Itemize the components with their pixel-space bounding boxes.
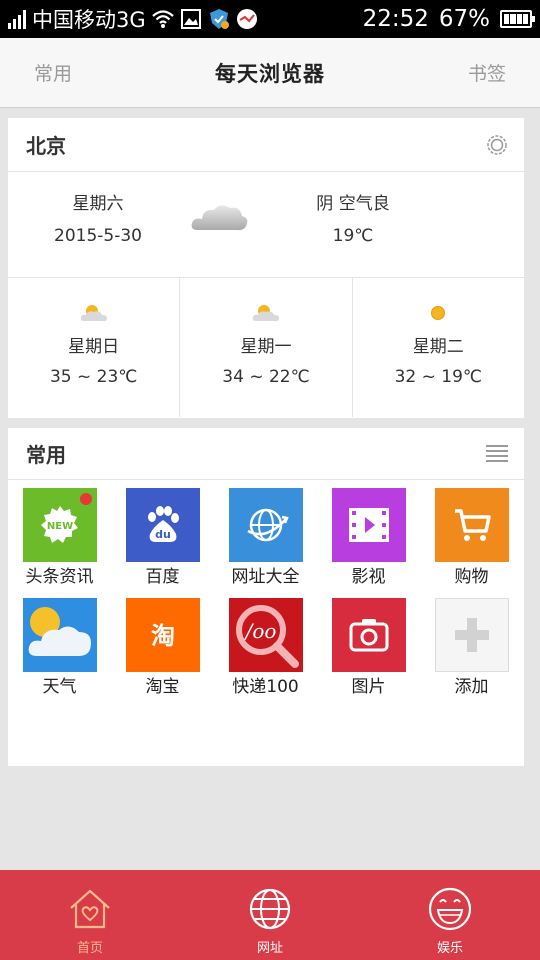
forecast-row: 星期日 35 ~ 23℃ 星期一 34 ~ 22℃ 星期二 32 ~ 19℃ [8,278,524,417]
app-label: 添加 [454,677,489,697]
today-temperature: 19℃ [332,226,374,246]
forecast-temp: 32 ~ 19℃ [394,367,483,387]
forecast-temp: 35 ~ 23℃ [49,367,138,387]
signal-icon [8,9,26,29]
battery-icon [500,10,535,28]
cloud-icon [190,198,250,242]
today-date: 2015-5-30 [54,226,142,246]
new-badge [79,493,92,505]
app-label: 网址大全 [231,567,300,587]
forecast-day-2[interactable]: 星期一 34 ~ 22℃ [180,278,353,417]
app-images[interactable]: 图片 [317,598,420,698]
app-label: 快递100 [232,677,299,697]
forecast-temp: 34 ~ 22℃ [222,367,310,387]
news-icon: NEW [22,488,97,562]
status-bar: 中国移动3G 22:52 67% [0,0,540,38]
frequent-tab[interactable]: 常用 [34,59,72,86]
app-grid: NEW 头条资讯 du 百度 网址大全 影视 购物 天气 淘 淘宝 /oo 快递… [8,480,524,698]
home-icon [67,886,113,932]
globe-icon [247,886,293,932]
nav-sites[interactable]: 网址 [180,870,360,960]
sun-icon [353,300,524,326]
app-label: 淘宝 [145,677,180,697]
top-header: 常用 每天浏览器 书签 [0,38,540,108]
weather-card-header: 北京 [8,118,524,172]
app-title: 每天浏览器 [215,61,325,86]
wifi-icon [151,8,174,30]
baidu-paw-icon: du [125,488,200,562]
app-shopping[interactable]: 购物 [420,488,523,588]
app-label: 图片 [351,677,386,697]
cart-icon [434,488,509,562]
app-label: 影视 [351,567,386,587]
nav-label: 网址 [256,941,283,956]
nav-label: 娱乐 [436,941,463,956]
weather-icon [22,598,97,672]
partly-cloudy-icon [8,300,179,326]
forecast-day-1[interactable]: 星期日 35 ~ 23℃ [8,278,181,417]
today-weather: 星期六 2015-5-30 阴 空气良 19℃ [8,172,524,278]
shield-notification-icon [208,8,230,30]
app-kuaidi100[interactable]: /oo 快递100 [214,598,317,698]
app-label: 头条资讯 [25,567,94,587]
today-weekday: 星期六 [72,194,124,214]
svg-text:NEW: NEW [46,521,72,532]
frequent-header: 常用 [8,428,524,480]
kuaidi-icon: /oo [228,598,303,672]
forecast-day-label: 星期日 [68,337,120,357]
battery-percent: 67% [438,6,490,32]
app-weather[interactable]: 天气 [8,598,111,698]
app-video[interactable]: 影视 [317,488,420,588]
bookmarks-tab[interactable]: 书签 [468,59,506,86]
nav-entertainment[interactable]: 娱乐 [360,870,540,960]
svg-text:/oo: /oo [243,619,276,643]
app-directory[interactable]: 网址大全 [214,488,317,588]
app-label: 购物 [454,567,489,587]
list-menu-icon[interactable] [486,444,508,463]
svg-text:du: du [155,528,171,541]
forecast-day-3[interactable]: 星期二 32 ~ 19℃ [353,278,524,417]
app-notification-icon [236,8,258,30]
smiley-icon [427,886,473,932]
weather-card[interactable]: 北京 星期六 2015-5-30 阴 空气良 19℃ 星期日 35 ~ 23℃ … [8,118,524,418]
frequent-title: 常用 [26,443,66,467]
forecast-day-label: 星期一 [240,337,292,357]
app-label: 百度 [145,567,180,587]
taobao-icon: 淘 [125,598,200,672]
film-icon [331,488,406,562]
city-name: 北京 [26,134,66,158]
carrier-label: 中国移动3G [32,8,146,32]
app-taobao[interactable]: 淘 淘宝 [111,598,214,698]
app-news[interactable]: NEW 头条资讯 [8,488,111,588]
settings-icon[interactable] [486,134,508,156]
camera-icon [331,598,406,672]
gallery-notification-icon [180,8,202,30]
nav-home[interactable]: 首页 [0,870,180,960]
clock: 22:52 [362,6,429,32]
nav-label: 首页 [76,941,103,956]
partly-cloudy-icon [180,300,351,326]
svg-text:淘: 淘 [151,622,175,650]
forecast-day-label: 星期二 [412,337,464,357]
today-condition: 阴 空气良 [316,194,390,214]
add-site-button[interactable]: 添加 [420,598,523,698]
frequent-sites-card: 常用 NEW 头条资讯 du 百度 网址大全 影视 购物 天气 淘 淘宝 /oo… [8,428,524,766]
plus-icon [434,598,509,672]
globe-icon [228,488,303,562]
bottom-nav: 首页 网址 娱乐 [0,870,540,960]
app-baidu[interactable]: du 百度 [111,488,214,588]
app-label: 天气 [42,677,77,697]
